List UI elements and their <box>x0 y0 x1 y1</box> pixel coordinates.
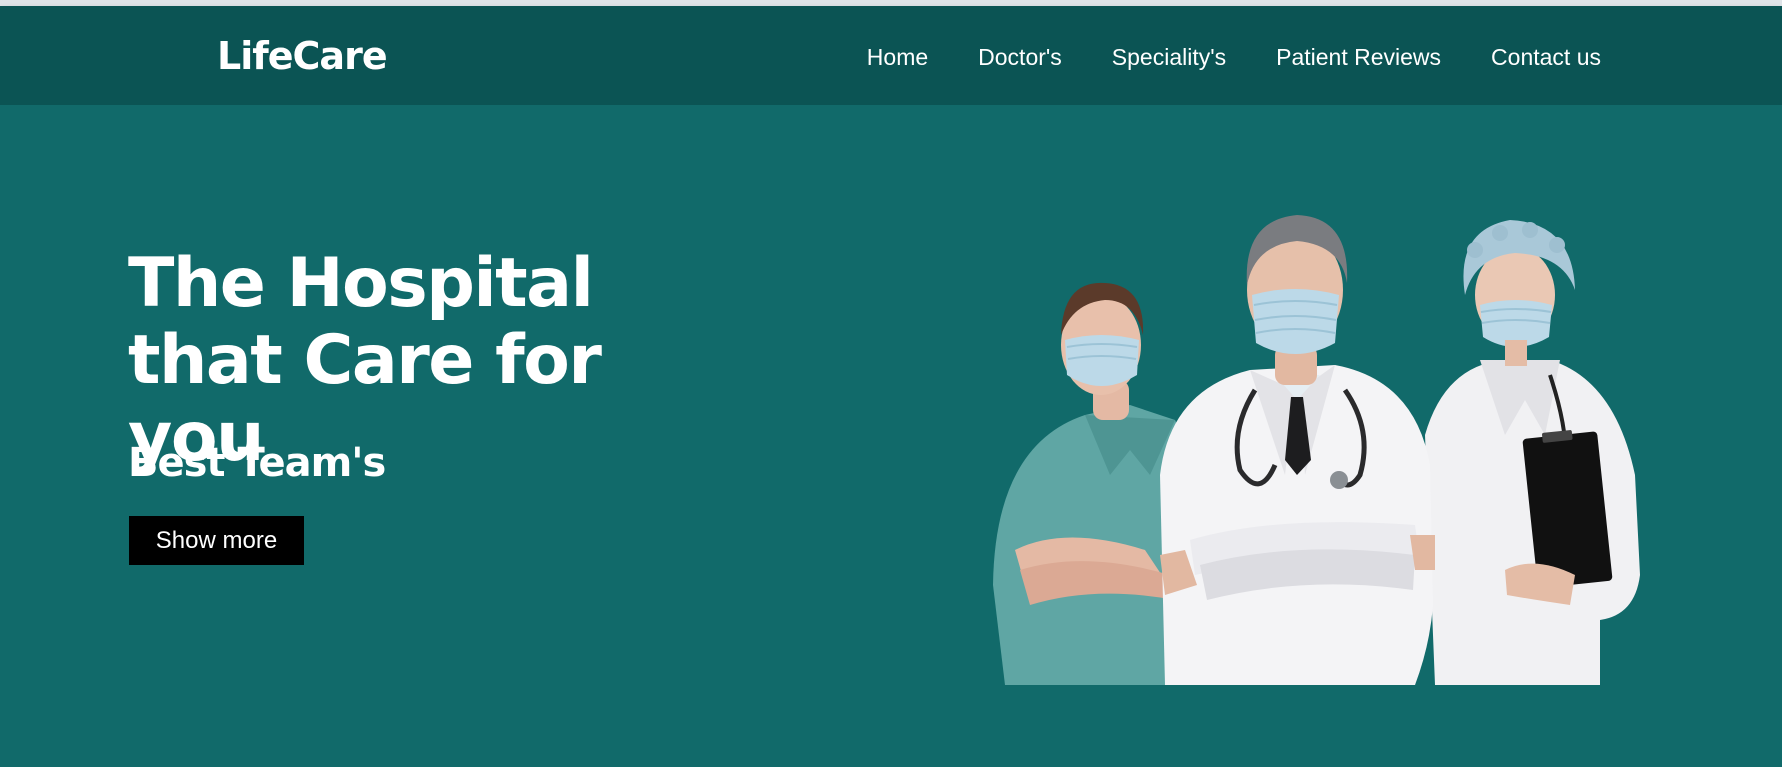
nav-link-doctors[interactable]: Doctor's <box>978 44 1062 71</box>
navbar: LifeCare Home Doctor's Speciality's Pati… <box>0 6 1782 105</box>
nav-links: Home Doctor's Speciality's Patient Revie… <box>867 44 1601 71</box>
hero-section: The Hospital that Care for you Best Team… <box>0 105 1782 767</box>
hero-subtitle: Best Team's <box>128 440 386 486</box>
brand-logo[interactable]: LifeCare <box>217 34 388 78</box>
medical-team-image <box>993 215 1640 685</box>
show-more-button[interactable]: Show more <box>129 516 304 565</box>
nav-link-patient-reviews[interactable]: Patient Reviews <box>1276 44 1441 71</box>
nav-link-contact[interactable]: Contact us <box>1491 44 1601 71</box>
nurse-figure-left <box>993 282 1184 685</box>
nav-link-specialities[interactable]: Speciality's <box>1112 44 1226 71</box>
nurse-figure-right <box>1425 220 1640 685</box>
nav-link-home[interactable]: Home <box>867 44 928 71</box>
doctor-figure-center <box>1160 215 1435 685</box>
